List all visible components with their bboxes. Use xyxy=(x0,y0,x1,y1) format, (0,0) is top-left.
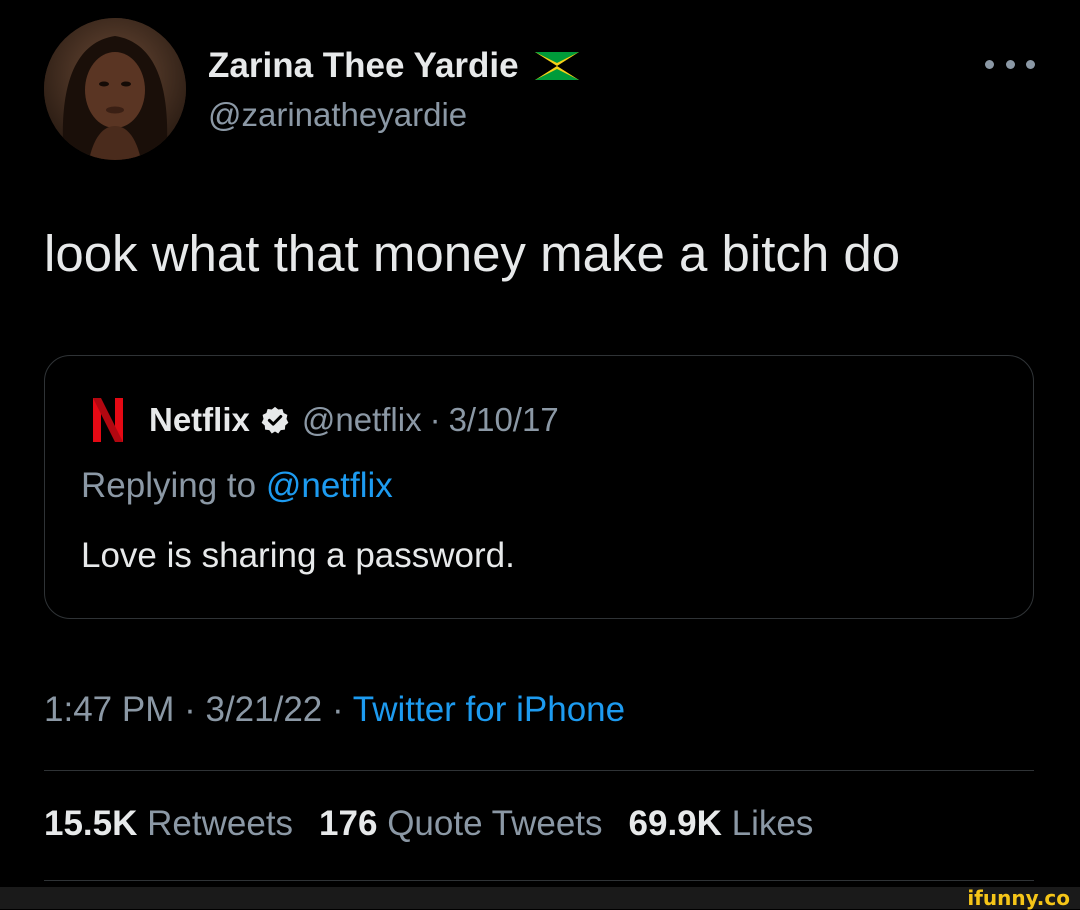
quoted-tweet-text: Love is sharing a password. xyxy=(81,536,515,575)
ifunny-watermark: ifunny.co xyxy=(967,886,1070,910)
tweet-timestamp: 1:47 PM · 3/21/22 · Twitter for iPhone xyxy=(44,690,625,730)
meta-separator: · xyxy=(429,401,441,438)
timestamp-separator: · xyxy=(184,690,196,729)
likes-label: Likes xyxy=(731,804,814,843)
more-dot xyxy=(985,59,994,69)
engagement-stats: 15.5K Retweets 176 Quote Tweets 69.9K Li… xyxy=(44,804,813,844)
tweet-source-link[interactable]: Twitter for iPhone xyxy=(353,690,625,729)
retweets-count: 15.5K xyxy=(44,804,138,843)
timestamp-separator: · xyxy=(332,690,344,729)
avatar-image xyxy=(44,18,186,160)
author-handle[interactable]: @zarinatheyardie xyxy=(208,96,467,134)
netflix-logo-icon xyxy=(93,398,123,442)
quoted-date: 3/10/17 xyxy=(448,401,559,438)
quote-tweets-label: Quote Tweets xyxy=(387,804,603,843)
author-display-name[interactable]: Zarina Thee Yardie xyxy=(208,46,519,86)
quoted-tweet-header: Netflix @netflix · 3/10/17 xyxy=(93,398,559,442)
verified-badge-icon xyxy=(261,406,289,434)
quoted-tweet-card[interactable]: Netflix @netflix · 3/10/17 Replying to @… xyxy=(44,355,1034,619)
avatar[interactable] xyxy=(44,18,186,160)
quote-tweets-stat[interactable]: 176 Quote Tweets xyxy=(319,804,602,844)
more-options-icon[interactable] xyxy=(985,52,1035,76)
author-name-row: Zarina Thee Yardie xyxy=(208,42,579,90)
divider xyxy=(44,770,1034,771)
retweets-stat[interactable]: 15.5K Retweets xyxy=(44,804,293,844)
retweets-label: Retweets xyxy=(147,804,294,843)
tweet-time[interactable]: 1:47 PM xyxy=(44,690,174,729)
replying-to-link[interactable]: @netflix xyxy=(266,466,393,505)
more-dot xyxy=(1005,59,1015,69)
tweet-date[interactable]: 3/21/22 xyxy=(205,690,322,729)
more-dot xyxy=(1026,59,1035,69)
likes-stat[interactable]: 69.9K Likes xyxy=(629,804,814,844)
replying-prefix: Replying to xyxy=(81,466,257,505)
quoted-handle: @netflix xyxy=(301,401,422,438)
quote-tweets-count: 176 xyxy=(319,804,378,843)
jamaica-flag-icon xyxy=(534,52,579,80)
replying-to-line: Replying to @netflix xyxy=(81,466,393,506)
watermark-bar: ifunny.co xyxy=(0,887,1080,909)
divider xyxy=(44,880,1034,881)
quoted-author-name: Netflix xyxy=(149,401,250,438)
tweet-text: look what that money make a bitch do xyxy=(44,225,901,282)
likes-count: 69.9K xyxy=(628,804,722,843)
